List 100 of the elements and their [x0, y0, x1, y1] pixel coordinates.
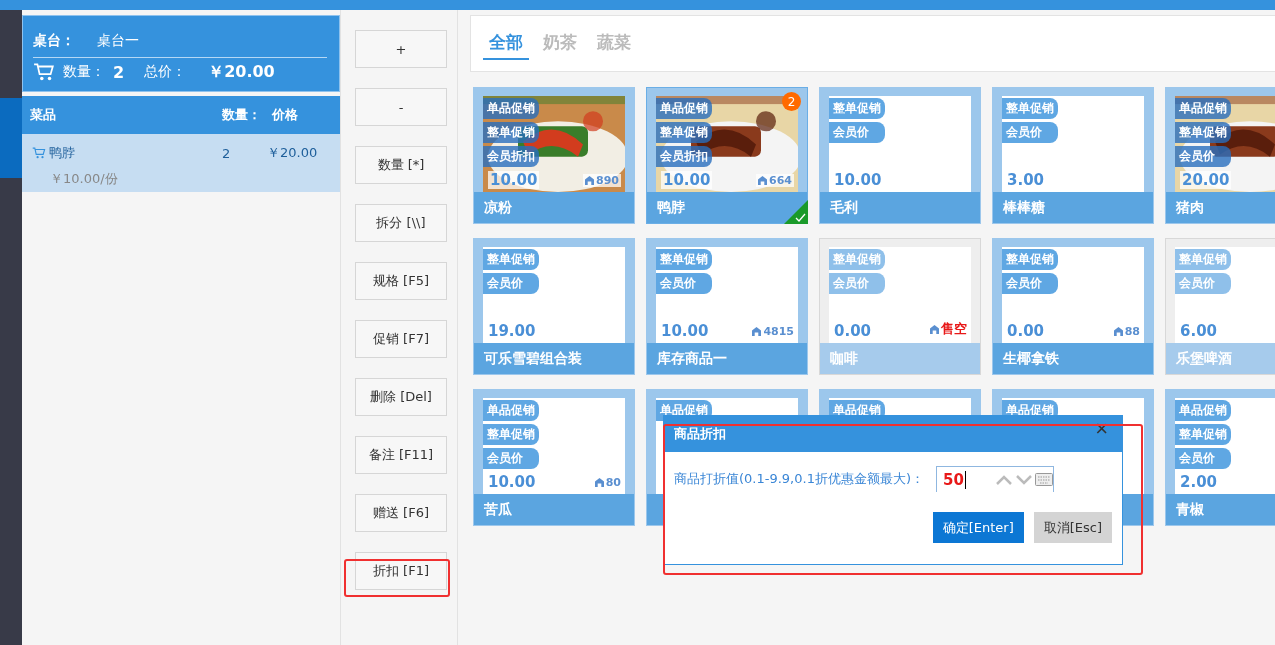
promo-tag: 单品促销: [1175, 98, 1231, 119]
stock-count: 88: [1124, 325, 1140, 338]
product-price: 10.00: [661, 171, 713, 189]
promo-tag: 整单促销: [1002, 98, 1058, 119]
action-button[interactable]: 折扣 [F1]: [355, 552, 447, 590]
promo-tag: 整单促销: [483, 249, 539, 270]
promo-tag: 单品促销: [483, 400, 539, 421]
cart-icon: [33, 61, 55, 83]
table-label: 桌台：: [33, 32, 75, 50]
count-badge: 2: [782, 92, 801, 111]
product-name: 乐堡啤酒: [1166, 343, 1275, 374]
promo-tag: 整单促销: [829, 98, 885, 119]
promo-tag: 整单促销: [483, 424, 539, 445]
product-card[interactable]: 单品促销 整单促销 会员折扣 10.00 664 鸭脖 2: [646, 87, 808, 224]
promo-tag: 整单促销: [483, 122, 539, 143]
promo-tag: 会员价: [483, 273, 539, 294]
keyboard-icon[interactable]: [1035, 473, 1053, 486]
quantity-label: 数量：: [63, 63, 105, 81]
nav-item[interactable]: [0, 98, 22, 178]
promo-tag: 整单促销: [1002, 249, 1058, 270]
action-button[interactable]: 删除 [Del]: [355, 378, 447, 416]
product-card[interactable]: 整单促销 会员价 10.00 毛利: [819, 87, 981, 224]
promo-tag: 会员价: [829, 122, 885, 143]
product-card[interactable]: 单品促销 整单促销 会员价 2.00 青椒: [1165, 389, 1275, 526]
order-row[interactable]: 鸭脖 2 ￥20.00 ￥10.00/份: [22, 134, 340, 192]
product-name: 棒棒糖: [993, 192, 1153, 223]
product-card[interactable]: 整单促销 会员价 0.00 88 生椰拿铁: [992, 238, 1154, 375]
down-icon[interactable]: [1015, 473, 1033, 486]
product-name: 库存商品一: [647, 343, 807, 374]
stock-count: 890: [596, 174, 619, 187]
product-name: 咖啡: [820, 343, 980, 374]
product-price: 6.00: [1180, 322, 1217, 340]
product-card[interactable]: 整单促销 会员价 6.00 乐堡啤酒: [1165, 238, 1275, 375]
action-button[interactable]: 拆分 [\\]: [355, 204, 447, 242]
action-button[interactable]: +: [355, 30, 447, 68]
promo-tag: 单品促销: [1175, 400, 1231, 421]
promo-tag: 会员折扣: [656, 146, 712, 167]
product-card[interactable]: 整单促销 会员价 3.00 棒棒糖: [992, 87, 1154, 224]
cart-icon: [32, 146, 46, 160]
stock-count: 4815: [763, 325, 794, 338]
product-name: 猪肉: [1166, 192, 1275, 223]
action-button[interactable]: 备注 [F11]: [355, 436, 447, 474]
product-price: 3.00: [1007, 171, 1044, 189]
product-card[interactable]: 单品促销 整单促销 会员价 10.00 80 苦瓜: [473, 389, 635, 526]
stock-icon: [1113, 327, 1123, 336]
product-card[interactable]: 整单促销 会员价 19.00 可乐雪碧组合装: [473, 238, 635, 375]
product-price: 10.00: [661, 322, 709, 340]
sold-out-label: 售空: [941, 320, 967, 338]
promo-tag: 整单促销: [829, 249, 885, 270]
stock-icon: [752, 327, 762, 336]
product-price: 20.00: [1180, 171, 1232, 189]
total-value: ￥20.00: [208, 61, 275, 83]
action-button[interactable]: 规格 [F5]: [355, 262, 447, 300]
stock-count: 80: [605, 476, 621, 489]
promo-tag: 整单促销: [656, 249, 712, 270]
action-button[interactable]: 赠送 [F6]: [355, 494, 447, 532]
product-price: 0.00: [834, 322, 871, 340]
product-price: 10.00: [488, 473, 536, 491]
product-card[interactable]: 整单促销 会员价 0.00 售空 咖啡: [819, 238, 981, 375]
quantity-value: 2: [113, 62, 125, 82]
dialog-title: 商品折扣: [674, 425, 726, 443]
stock-icon: [585, 176, 595, 185]
product-name: 毛利: [820, 192, 980, 223]
category-tab[interactable]: 全部: [483, 27, 529, 60]
discount-input[interactable]: 50: [936, 466, 1054, 492]
product-name: 可乐雪碧组合装: [474, 343, 634, 374]
action-button[interactable]: 数量 [*]: [355, 146, 447, 184]
cancel-button[interactable]: 取消[Esc]: [1033, 512, 1112, 543]
promo-tag: 单品促销: [656, 98, 712, 119]
stock-icon: [594, 478, 604, 487]
product-name: 青椒: [1166, 494, 1275, 525]
product-price: 10.00: [834, 171, 882, 189]
action-button[interactable]: -: [355, 88, 447, 126]
promo-tag: 整单促销: [1175, 122, 1231, 143]
product-price: 19.00: [488, 322, 536, 340]
promo-tag: 会员价: [1175, 146, 1231, 167]
promo-tag: 会员价: [1002, 122, 1058, 143]
promo-tag: 会员价: [656, 273, 712, 294]
stock-icon: [758, 176, 768, 185]
product-card[interactable]: 单品促销 整单促销 会员折扣 10.00 890 凉粉: [473, 87, 635, 224]
stock-icon: [930, 324, 939, 334]
unit-price: ￥10.00/份: [50, 170, 119, 188]
promo-tag: 整单促销: [1175, 249, 1231, 270]
product-card[interactable]: 整单促销 会员价 10.00 4815 库存商品一: [646, 238, 808, 375]
confirm-button[interactable]: 确定[Enter]: [932, 512, 1024, 543]
promo-tag: 单品促销: [483, 98, 539, 119]
product-price: 10.00: [488, 171, 540, 189]
discount-label: 商品打折值(0.1-9.9,0.1折优惠金额最大)：: [674, 470, 924, 488]
promo-tag: 会员价: [1175, 448, 1231, 469]
dish-quantity: 2: [222, 145, 232, 161]
stock-count: 664: [769, 174, 792, 187]
action-button[interactable]: 促销 [F7]: [355, 320, 447, 358]
column-header: 数量：: [222, 106, 262, 124]
dish-price: ￥20.00: [267, 144, 319, 162]
product-card[interactable]: 单品促销 整单促销 会员价 20.00 猪肉: [1165, 87, 1275, 224]
up-icon[interactable]: [995, 473, 1013, 486]
column-header: 价格: [272, 106, 299, 124]
product-price: 0.00: [1007, 322, 1044, 340]
table-name: 桌台一: [97, 32, 139, 50]
promo-tag: 会员折扣: [483, 146, 539, 167]
